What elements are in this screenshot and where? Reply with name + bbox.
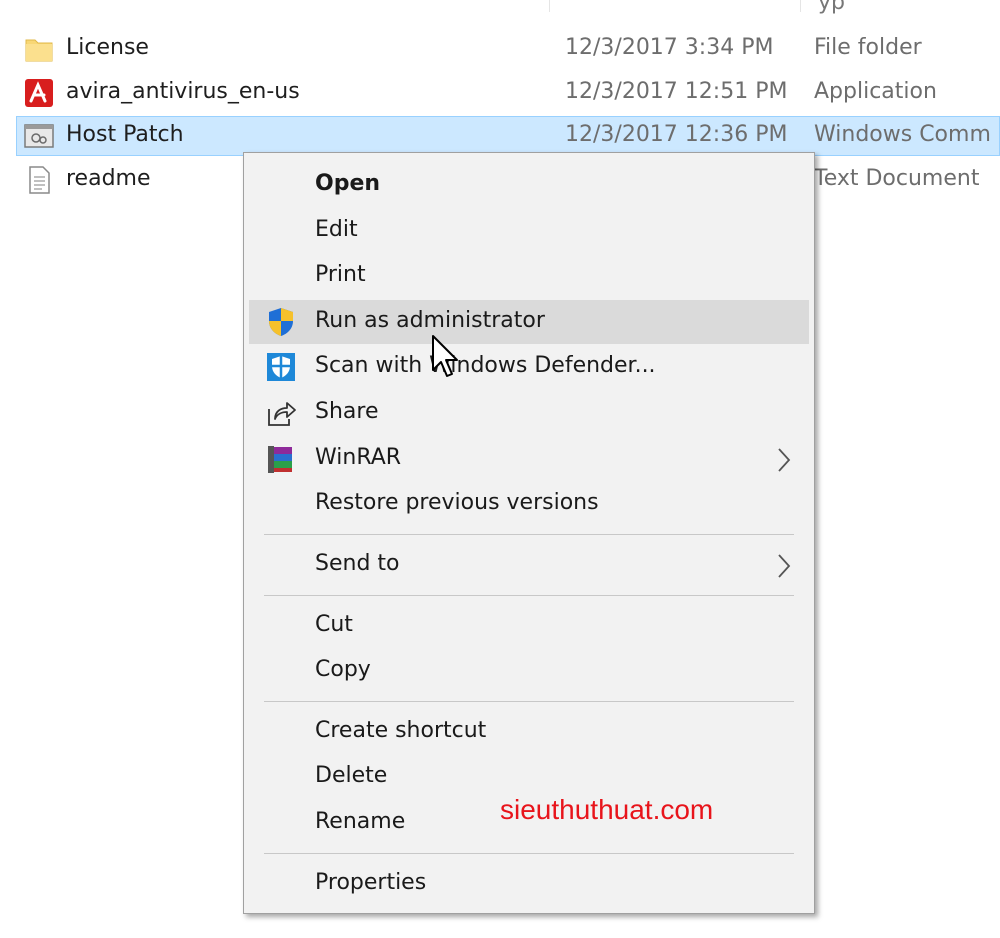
share-icon: [268, 402, 296, 426]
menu-label: WinRAR: [315, 445, 402, 470]
menu-item-cut[interactable]: Cut: [249, 604, 809, 648]
file-type: Text Document: [814, 166, 980, 191]
file-row-license[interactable]: License 12/3/2017 3:34 PM File folder: [16, 29, 1000, 69]
menu-item-properties[interactable]: Properties: [249, 862, 809, 906]
menu-item-run-as-administrator[interactable]: Run as administrator: [249, 300, 809, 344]
chevron-right-icon: [778, 448, 791, 472]
menu-label: Properties: [315, 870, 427, 895]
watermark-text: sieuthuthuat.com: [500, 794, 714, 825]
menu-separator: [264, 701, 794, 702]
menu-label: Edit: [315, 217, 358, 242]
menu-label: Delete: [315, 763, 388, 788]
menu-label: Print: [315, 262, 366, 287]
file-row-avira[interactable]: avira_antivirus_en-us 12/3/2017 12:51 PM…: [16, 73, 1000, 113]
winrar-icon: [268, 446, 292, 473]
menu-item-winrar[interactable]: WinRAR: [249, 437, 809, 481]
menu-label: Cut: [315, 612, 353, 637]
menu-item-send-to[interactable]: Send to: [249, 543, 809, 587]
menu-label: Create shortcut: [315, 718, 487, 743]
file-name: readme: [66, 166, 151, 191]
menu-item-delete[interactable]: Delete: [249, 755, 809, 799]
menu-label: Restore previous versions: [315, 490, 599, 515]
menu-label: Copy: [315, 657, 371, 682]
file-date: 12/3/2017 3:34 PM: [565, 35, 774, 60]
menu-label: Rename: [315, 809, 406, 834]
menu-label: Open: [315, 171, 381, 196]
file-row-host-patch[interactable]: Host Patch 12/3/2017 12:36 PM Windows Co…: [16, 116, 1000, 156]
menu-label: Send to: [315, 551, 400, 576]
menu-item-copy[interactable]: Copy: [249, 649, 809, 693]
menu-label: Scan with Windows Defender...: [315, 353, 656, 378]
avira-icon: [25, 79, 53, 107]
menu-item-share[interactable]: Share: [249, 391, 809, 435]
file-name: avira_antivirus_en-us: [66, 79, 300, 104]
column-separator-type[interactable]: [800, 0, 801, 12]
menu-item-create-shortcut[interactable]: Create shortcut: [249, 710, 809, 754]
menu-item-edit[interactable]: Edit: [249, 209, 809, 253]
file-type: Windows Comm: [814, 122, 991, 147]
menu-separator: [264, 853, 794, 854]
menu-separator: [264, 534, 794, 535]
menu-item-open[interactable]: Open: [249, 163, 809, 207]
menu-item-print[interactable]: Print: [249, 254, 809, 298]
file-name: Host Patch: [66, 122, 184, 147]
uac-shield-icon: [269, 308, 293, 336]
menu-label: Run as administrator: [315, 308, 545, 333]
batch-file-icon: [24, 124, 54, 148]
file-name: License: [66, 35, 149, 60]
chevron-right-icon: [778, 554, 791, 578]
text-document-icon: [29, 166, 50, 194]
mouse-cursor-icon: [432, 335, 458, 377]
file-date: 12/3/2017 12:36 PM: [565, 122, 788, 147]
type-column-header[interactable]: ур: [818, 0, 845, 15]
file-type: Application: [814, 79, 937, 104]
menu-label: Share: [315, 399, 379, 424]
file-type: File folder: [814, 35, 922, 60]
column-separator-date[interactable]: [549, 0, 550, 12]
menu-item-scan-windows-defender[interactable]: Scan with Windows Defender...: [249, 345, 809, 389]
folder-icon: [25, 39, 53, 62]
windows-defender-icon: [267, 353, 295, 381]
menu-separator: [264, 595, 794, 596]
menu-item-restore-previous-versions[interactable]: Restore previous versions: [249, 482, 809, 526]
file-date: 12/3/2017 12:51 PM: [565, 79, 788, 104]
